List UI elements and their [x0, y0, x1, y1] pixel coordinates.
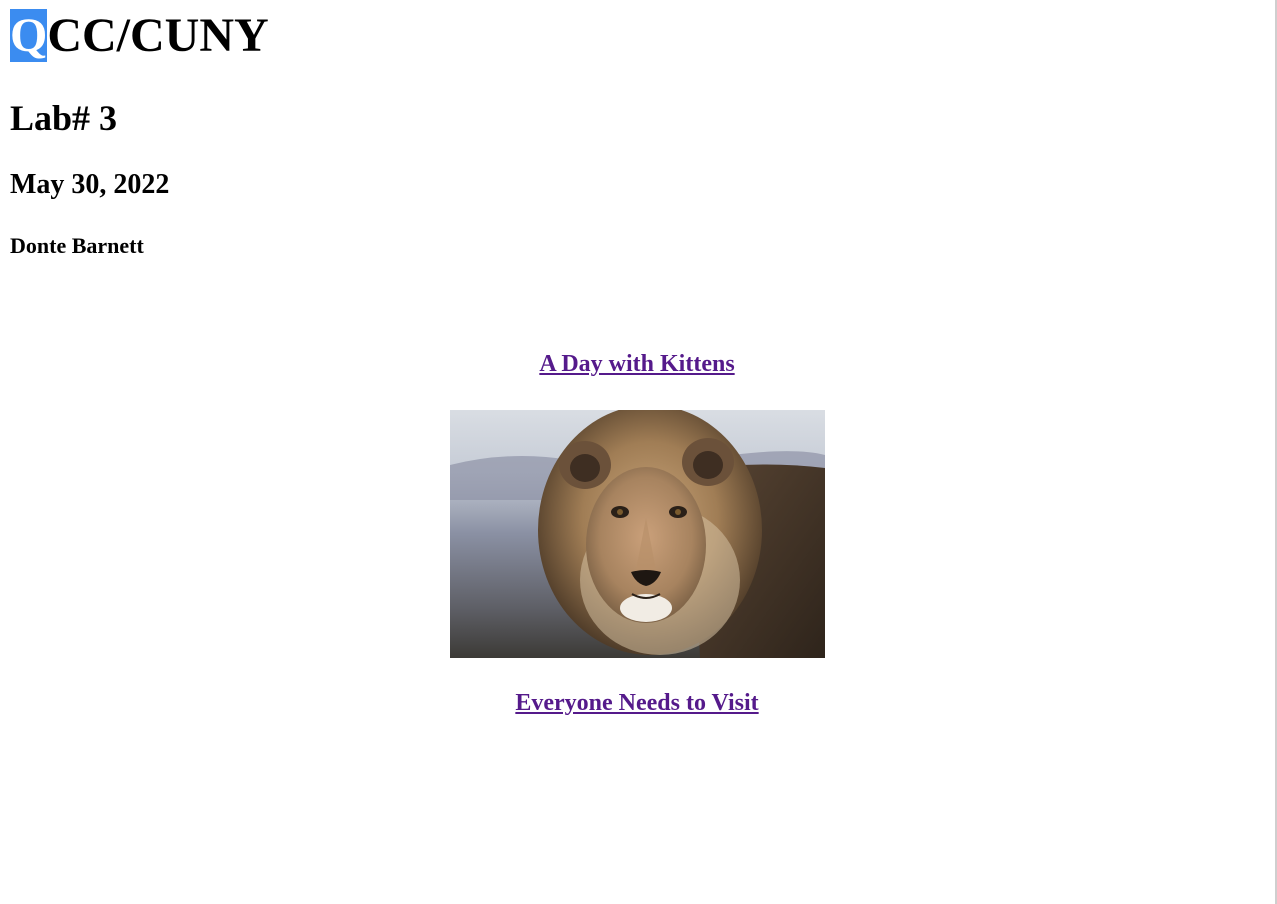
lion-image — [450, 410, 825, 658]
site-title-rest: CC/CUNY — [47, 9, 269, 62]
author-heading: Donte Barnett — [10, 233, 144, 258]
kittens-link[interactable]: A Day with Kittens — [0, 350, 1274, 378]
date-heading: May 30, 2022 — [10, 169, 170, 200]
visit-link[interactable]: Everyone Needs to Visit — [0, 689, 1274, 717]
selected-text[interactable]: Q — [10, 9, 48, 62]
lab-heading: Lab# 3 — [10, 98, 118, 138]
page: QCC/CUNY Lab# 3 May 30, 2022 Donte Barne… — [0, 0, 1277, 904]
site-title: QCC/CUNY — [10, 4, 269, 68]
